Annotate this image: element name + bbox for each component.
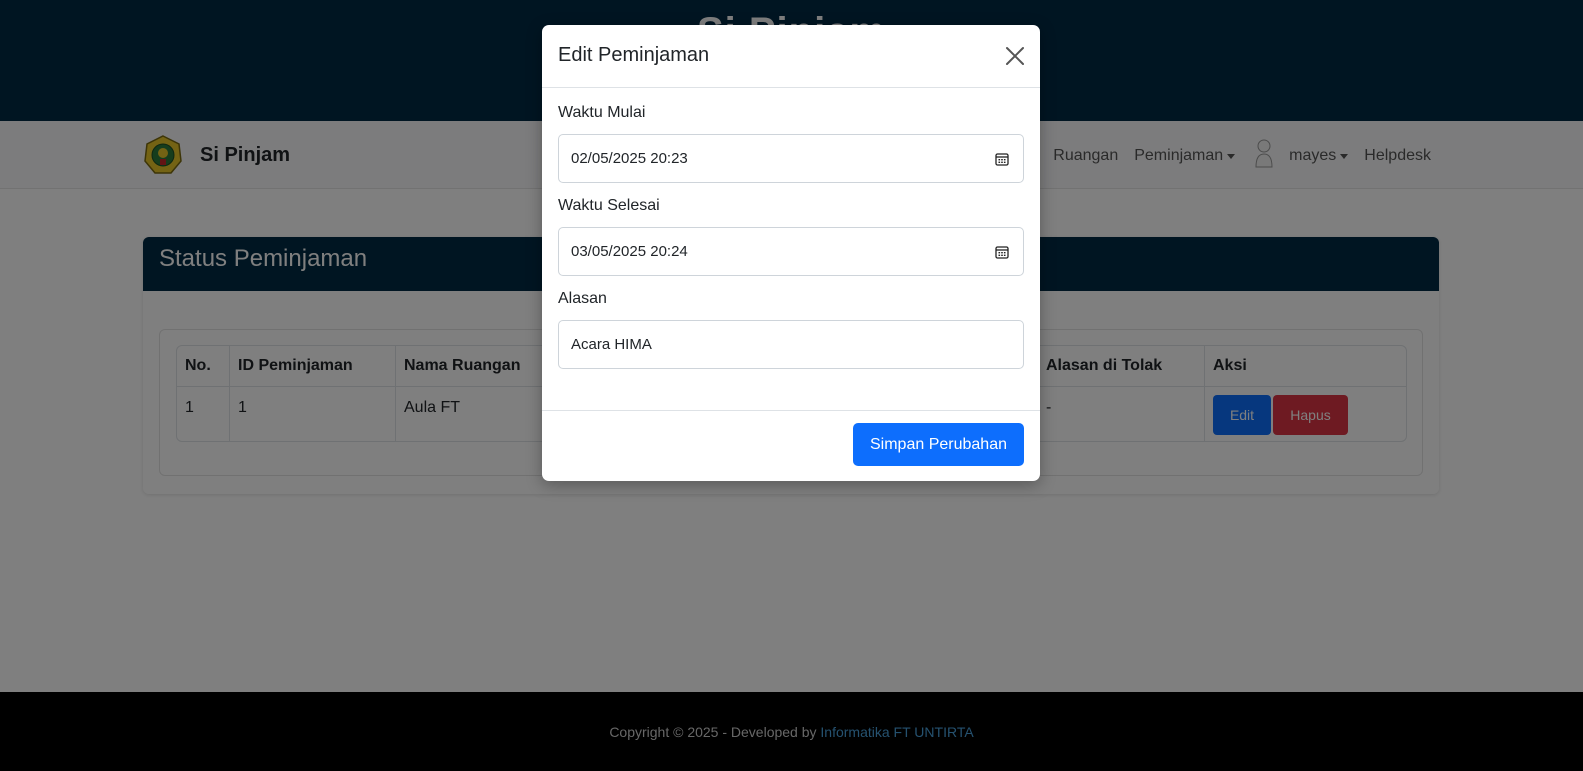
waktu-selesai-input[interactable]: 03/05/2025 20:24 — [558, 227, 1024, 276]
waktu-selesai-value: 03/05/2025 20:24 — [571, 243, 688, 260]
modal-footer: Simpan Perubahan — [542, 410, 1040, 481]
calendar-icon[interactable] — [995, 245, 1009, 259]
waktu-mulai-label: Waktu Mulai — [558, 104, 646, 121]
save-changes-button[interactable]: Simpan Perubahan — [853, 423, 1024, 466]
alasan-label: Alasan — [558, 290, 607, 307]
alasan-value: Acara HIMA — [571, 336, 652, 353]
waktu-mulai-input[interactable]: 02/05/2025 20:23 — [558, 134, 1024, 183]
close-icon[interactable] — [1004, 45, 1026, 67]
alasan-input[interactable]: Acara HIMA — [558, 320, 1024, 369]
calendar-icon[interactable] — [995, 152, 1009, 166]
form-group-waktu-mulai: Waktu Mulai 02/05/2025 20:23 — [558, 104, 1024, 183]
modal-body: Waktu Mulai 02/05/2025 20:23 Waktu Seles… — [542, 88, 1040, 369]
edit-modal: Edit Peminjaman Waktu Mulai 02/05/2025 2… — [542, 25, 1040, 481]
waktu-mulai-value: 02/05/2025 20:23 — [571, 150, 688, 167]
waktu-selesai-label: Waktu Selesai — [558, 197, 660, 214]
form-group-alasan: Alasan Acara HIMA — [558, 290, 1024, 369]
modal-title: Edit Peminjaman — [558, 44, 710, 66]
form-group-waktu-selesai: Waktu Selesai 03/05/2025 20:24 — [558, 197, 1024, 276]
modal-header: Edit Peminjaman — [542, 25, 1040, 88]
